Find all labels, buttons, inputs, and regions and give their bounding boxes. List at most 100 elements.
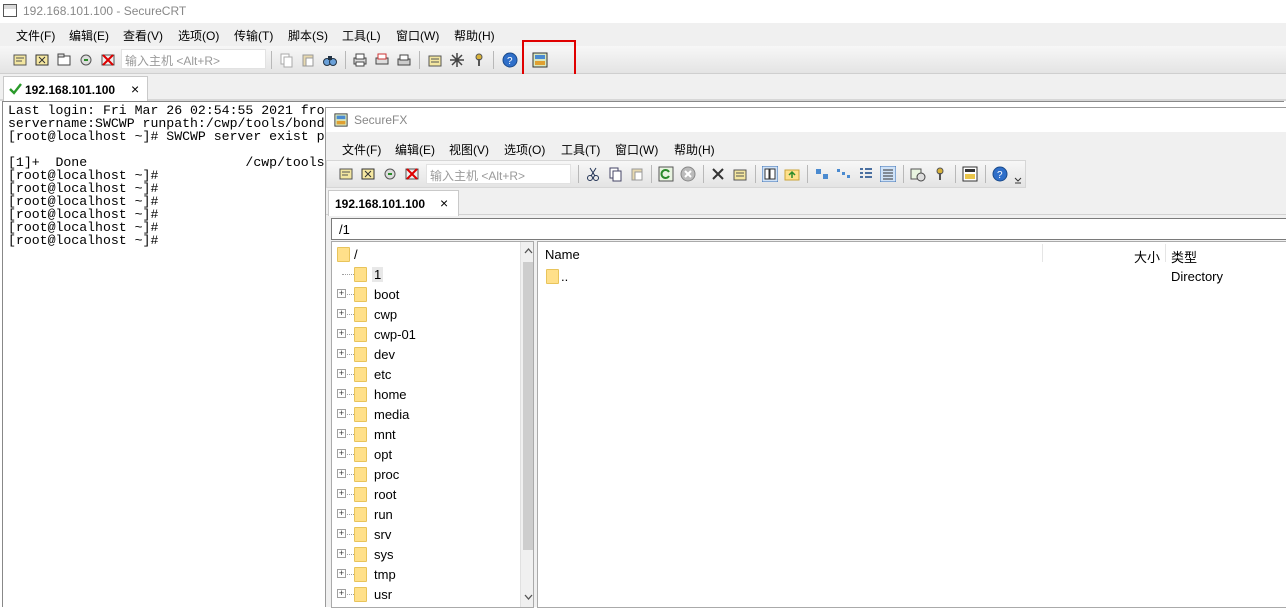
tree-item-media[interactable]: + media [332, 404, 522, 424]
fx-menu-tools[interactable]: 工具(T) [561, 141, 600, 158]
menu-transfer[interactable]: 传输(T) [234, 27, 273, 44]
expand-icon[interactable]: + [337, 549, 346, 558]
tab-session[interactable]: 192.168.101.100 × [3, 76, 148, 101]
delete-icon[interactable] [710, 166, 726, 182]
tree-item-cwp-01[interactable]: + cwp-01 [332, 324, 522, 344]
list-view-icon[interactable] [858, 166, 874, 182]
tree-item-run[interactable]: + run [332, 504, 522, 524]
expand-icon[interactable]: + [337, 489, 346, 498]
tree-item-boot[interactable]: + boot [332, 284, 522, 304]
securefx-title-bar[interactable]: SecureFX [326, 108, 1286, 132]
expand-icon[interactable]: + [337, 589, 346, 598]
scroll-up-icon[interactable] [524, 247, 533, 254]
up-folder-icon[interactable] [784, 166, 800, 182]
print-selection-icon[interactable] [374, 52, 390, 68]
fx-menu-options[interactable]: 选项(O) [504, 141, 545, 158]
global-options-icon[interactable] [449, 52, 465, 68]
tab-close-icon[interactable]: × [131, 81, 139, 97]
fx-menu-view[interactable]: 视图(V) [449, 141, 489, 158]
tree-item-srv[interactable]: + srv [332, 524, 522, 544]
menu-file[interactable]: 文件(F) [16, 27, 55, 44]
menu-script[interactable]: 脚本(S) [288, 27, 328, 44]
tree-item-etc[interactable]: + etc [332, 364, 522, 384]
scroll-down-icon[interactable] [524, 594, 533, 601]
menu-edit[interactable]: 编辑(E) [69, 27, 109, 44]
sync-icon[interactable] [910, 166, 926, 182]
securecrt-launch-icon[interactable] [962, 166, 978, 182]
fx-quick-connect-icon[interactable] [360, 166, 376, 182]
tree-item-mnt[interactable]: + mnt [332, 424, 522, 444]
securecrt-title-bar[interactable]: 192.168.101.100 - SecureCRT [0, 0, 1286, 23]
tree-item-root[interactable]: / [332, 244, 522, 264]
small-icons-icon[interactable] [836, 166, 852, 182]
stop-icon[interactable] [680, 166, 696, 182]
expand-icon[interactable]: + [337, 389, 346, 398]
tree-item-opt[interactable]: + opt [332, 444, 522, 464]
fx-menu-help[interactable]: 帮助(H) [674, 141, 715, 158]
menu-tools[interactable]: 工具(L) [342, 27, 381, 44]
fx-copy-icon[interactable] [607, 166, 623, 182]
expand-icon[interactable]: + [337, 449, 346, 458]
column-header-name[interactable]: Name [545, 242, 580, 264]
expand-icon[interactable]: + [337, 469, 346, 478]
toolbar-overflow-icon[interactable] [1013, 170, 1023, 186]
properties-icon[interactable] [732, 166, 748, 182]
crt-host-input[interactable]: 输入主机 <Alt+R> [121, 49, 266, 69]
tree-item-root-dir[interactable]: + root [332, 484, 522, 504]
keymap-icon[interactable] [471, 52, 487, 68]
help-icon[interactable]: ? [502, 52, 518, 68]
menu-window[interactable]: 窗口(W) [396, 27, 439, 44]
fx-connect-icon[interactable] [338, 166, 354, 182]
expand-icon[interactable]: + [337, 329, 346, 338]
copy-icon[interactable] [278, 52, 294, 68]
fx-disconnect-icon[interactable] [404, 166, 420, 182]
connect-tab-icon[interactable] [56, 52, 72, 68]
fx-paste-icon[interactable] [629, 166, 645, 182]
fx-reconnect-icon[interactable] [382, 166, 398, 182]
session-options-icon[interactable] [427, 52, 443, 68]
reconnect-icon[interactable] [78, 52, 94, 68]
expand-icon[interactable]: + [337, 309, 346, 318]
expand-icon[interactable]: + [337, 569, 346, 578]
tree-item-usr[interactable]: + usr [332, 584, 522, 604]
large-icons-icon[interactable] [814, 166, 830, 182]
cut-icon[interactable] [585, 166, 601, 182]
column-header-size[interactable]: 大小 [1134, 242, 1160, 265]
fx-keymap-icon[interactable] [932, 166, 948, 182]
quick-connect-icon[interactable] [34, 52, 50, 68]
connect-icon[interactable] [12, 52, 28, 68]
tree-item-cwp[interactable]: + cwp [332, 304, 522, 324]
fx-menu-edit[interactable]: 编辑(E) [395, 141, 435, 158]
tree-item-sys[interactable]: + sys [332, 544, 522, 564]
fx-menu-window[interactable]: 窗口(W) [615, 141, 658, 158]
menu-view[interactable]: 查看(V) [123, 27, 163, 44]
table-row[interactable]: .. Directory [538, 266, 1286, 286]
tree-item-1[interactable]: 1 [332, 264, 522, 284]
menu-options[interactable]: 选项(O) [178, 27, 219, 44]
expand-icon[interactable]: + [337, 409, 346, 418]
folder-tree-icon[interactable] [762, 166, 778, 182]
refresh-icon[interactable] [658, 166, 674, 182]
tree-item-home[interactable]: + home [332, 384, 522, 404]
tree-item-proc[interactable]: + proc [332, 464, 522, 484]
paste-icon[interactable] [300, 52, 316, 68]
tree-item-tmp[interactable]: + tmp [332, 564, 522, 584]
tree-scrollbar[interactable] [520, 242, 533, 607]
menu-help[interactable]: 帮助(H) [454, 27, 495, 44]
fx-tab-close-icon[interactable]: × [440, 195, 448, 211]
scrollbar-thumb[interactable] [523, 262, 533, 550]
column-header-type[interactable]: 类型 [1171, 242, 1197, 265]
expand-icon[interactable]: + [337, 369, 346, 378]
find-icon[interactable] [322, 52, 338, 68]
details-view-icon[interactable] [880, 166, 896, 182]
expand-icon[interactable]: + [337, 509, 346, 518]
expand-icon[interactable]: + [337, 289, 346, 298]
fx-menu-file[interactable]: 文件(F) [342, 141, 381, 158]
printer-setup-icon[interactable] [396, 52, 412, 68]
fx-help-icon[interactable]: ? [992, 166, 1008, 182]
disconnect-icon[interactable] [100, 52, 116, 68]
print-icon[interactable] [352, 52, 368, 68]
expand-icon[interactable]: + [337, 349, 346, 358]
expand-icon[interactable]: + [337, 429, 346, 438]
fx-host-input[interactable]: 输入主机 <Alt+R> [426, 164, 571, 184]
